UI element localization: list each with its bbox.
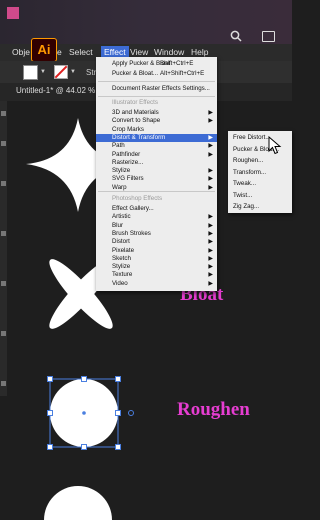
illustrator-effects-header: Illustrator Effects: [112, 99, 158, 106]
menu-item-ps-video[interactable]: Video ▶: [96, 280, 217, 288]
effect-menu: Apply Pucker & Bloat Shift+Ctrl+E Pucker …: [96, 57, 217, 291]
menu-item-ps-pixelate[interactable]: Pixelate ▶: [96, 247, 217, 255]
submenu-arrow-icon: ▶: [208, 176, 213, 183]
menu-item-convert-to-shape[interactable]: Convert to Shape ▶: [96, 117, 217, 125]
menu-item-ps-brush-strokes[interactable]: Brush Strokes ▶: [96, 230, 217, 238]
menu-item-ps-effect-gallery[interactable]: Effect Gallery...: [96, 205, 217, 213]
submenu-arrow-icon: ▶: [208, 118, 213, 125]
submenu-item-roughen[interactable]: Roughen...: [228, 157, 292, 165]
submenu-item-tweak[interactable]: Tweak...: [228, 180, 292, 188]
rotate-handle: [128, 410, 134, 416]
menu-item-stylize[interactable]: Stylize ▶: [96, 167, 217, 175]
menu-item-ps-blur[interactable]: Blur ▶: [96, 222, 217, 230]
menu-item-rasterize[interactable]: Rasterize...: [96, 159, 217, 167]
bottom-circle-shape: [44, 486, 112, 520]
menu-item-crop-marks[interactable]: Crop Marks: [96, 126, 217, 134]
submenu-arrow-icon: ▶: [208, 151, 213, 158]
center-point: [82, 411, 86, 415]
submenu-arrow-icon: ▶: [208, 255, 213, 262]
roughen-label: Roughen: [177, 399, 250, 420]
menu-item-ps-artistic[interactable]: Artistic ▶: [96, 213, 217, 221]
menu-item-ps-texture[interactable]: Texture ▶: [96, 271, 217, 279]
submenu-item-transform[interactable]: Transform...: [228, 169, 292, 177]
submenu-arrow-icon: ▶: [208, 230, 213, 237]
submenu-arrow-icon: ▶: [208, 110, 213, 116]
menu-item-raster-settings[interactable]: Document Raster Effects Settings...: [96, 85, 217, 93]
submenu-arrow-icon: ▶: [208, 134, 213, 141]
submenu-item-zig-zag[interactable]: Zig Zag...: [228, 203, 292, 211]
menu-item-ps-distort[interactable]: Distort ▶: [96, 238, 217, 246]
submenu-arrow-icon: ▶: [208, 264, 213, 271]
submenu-arrow-icon: ▶: [208, 168, 213, 175]
menu-item-pathfinder[interactable]: Pathfinder ▶: [96, 151, 217, 159]
submenu-arrow-icon: ▶: [208, 222, 213, 229]
menu-item-ps-stylize[interactable]: Stylize ▶: [96, 263, 217, 271]
submenu-arrow-icon: ▶: [208, 239, 213, 246]
menu-item-apply-last[interactable]: Apply Pucker & Bloat Shift+Ctrl+E: [96, 60, 217, 68]
submenu-arrow-icon: ▶: [208, 143, 213, 150]
menu-item-path[interactable]: Path ▶: [96, 142, 217, 150]
submenu-arrow-icon: ▶: [208, 280, 213, 287]
menu-item-last-effect[interactable]: Pucker & Bloat... Alt+Shift+Ctrl+E: [96, 70, 217, 78]
submenu-item-twist[interactable]: Twist...: [228, 192, 292, 200]
menu-item-3d-and-materials[interactable]: 3D and Materials ▶: [96, 109, 217, 117]
menu-item-distort-transform[interactable]: Distort & Transform ▶: [96, 133, 217, 142]
menu-item-svg-filters[interactable]: SVG Filters ▶: [96, 175, 217, 183]
photoshop-effects-header: Photoshop Effects: [112, 195, 163, 202]
submenu-arrow-icon: ▶: [208, 247, 213, 254]
submenu-arrow-icon: ▶: [208, 272, 213, 279]
submenu-arrow-icon: ▶: [208, 214, 213, 221]
menu-item-ps-sketch[interactable]: Sketch ▶: [96, 255, 217, 263]
cursor-icon: [268, 136, 282, 155]
